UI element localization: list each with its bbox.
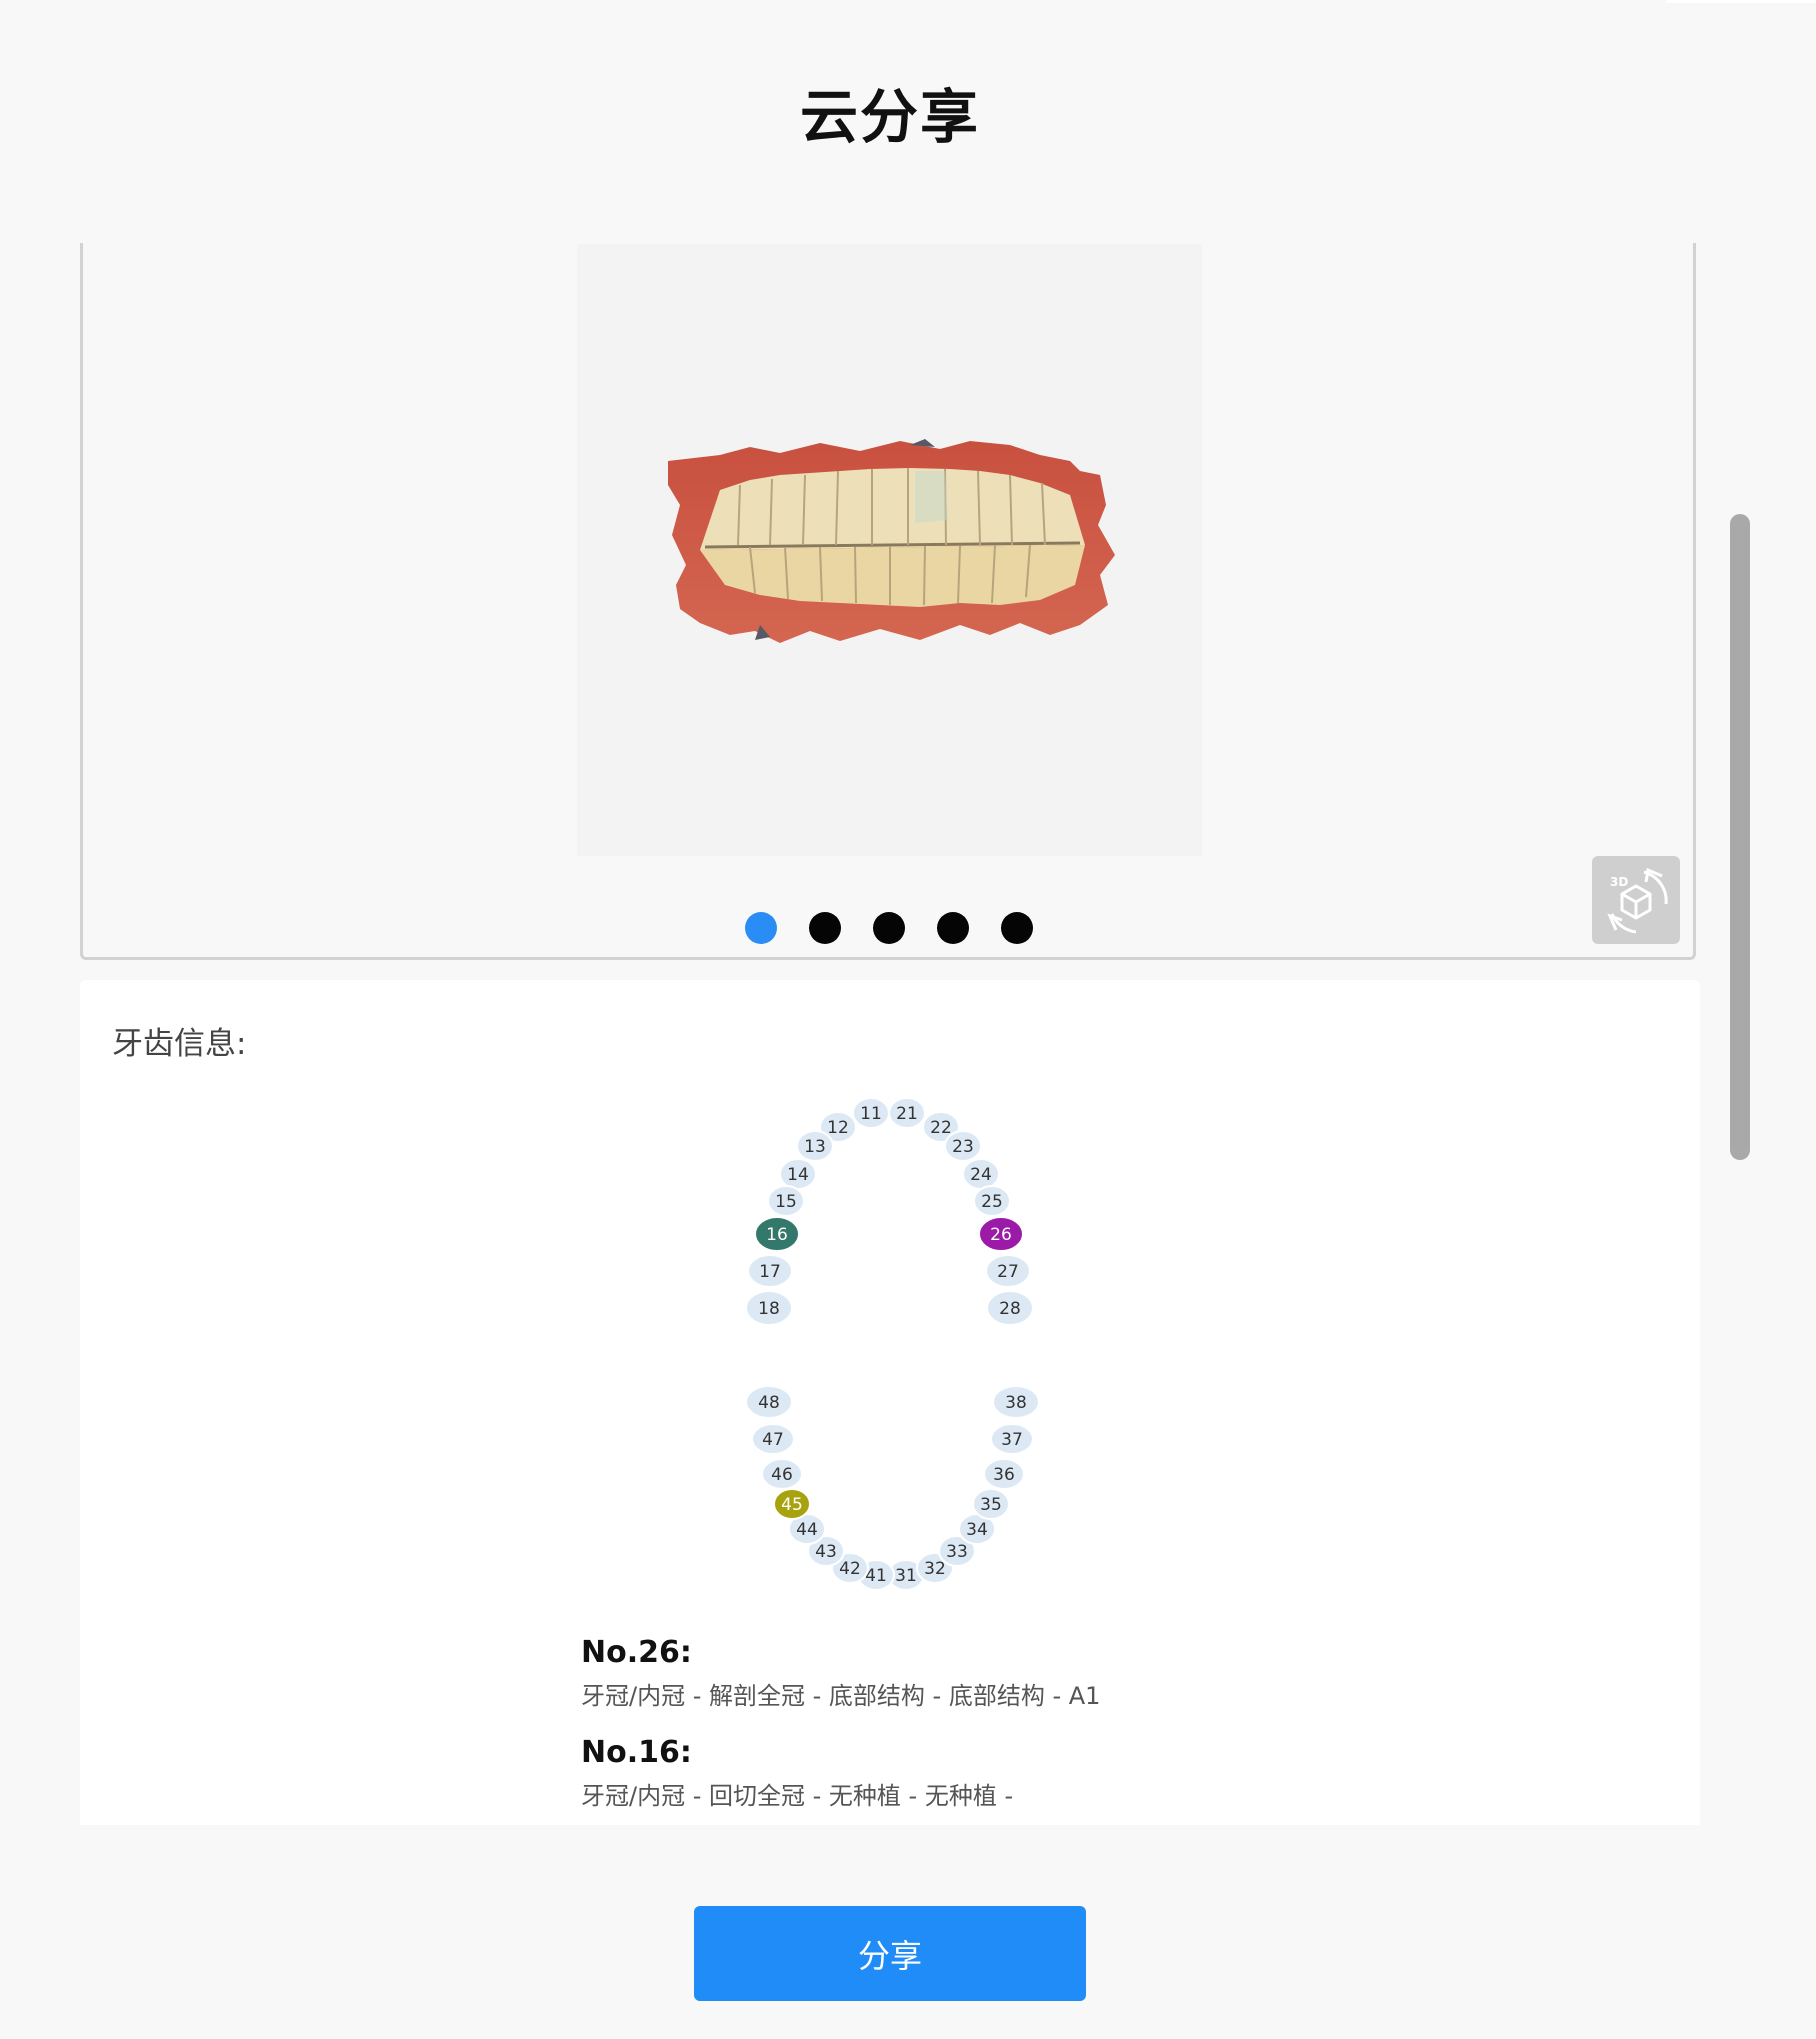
carousel-dot-4[interactable] xyxy=(937,912,969,944)
tooth-number: 47 xyxy=(762,1430,784,1450)
tooth-21[interactable]: 21 xyxy=(888,1097,926,1129)
tooth-number: 38 xyxy=(1005,1393,1027,1413)
tooth-number: 16 xyxy=(766,1225,788,1245)
tooth-13[interactable]: 13 xyxy=(796,1130,834,1162)
tooth-28[interactable]: 28 xyxy=(986,1290,1034,1326)
tooth-number: 31 xyxy=(895,1566,917,1586)
dental-model-image[interactable] xyxy=(660,435,1130,660)
tooth-number: 28 xyxy=(999,1299,1021,1319)
tooth-number: 45 xyxy=(781,1495,803,1515)
tooth-47[interactable]: 47 xyxy=(751,1423,795,1455)
tooth-number: 13 xyxy=(804,1137,826,1157)
tooth-25[interactable]: 25 xyxy=(973,1185,1011,1217)
svg-text:3D: 3D xyxy=(1610,875,1628,889)
view-3d-button[interactable]: 3D xyxy=(1592,856,1680,944)
tooth-chart: 11 1213 14 15 16 17 18 21 2223 24 25 26 27 28 31 323334… xyxy=(745,1097,1040,1591)
tooth-number: 34 xyxy=(966,1520,988,1540)
rotate-3d-icon: 3D xyxy=(1607,867,1668,934)
tooth-number: 43 xyxy=(815,1542,837,1562)
tooth-number: 48 xyxy=(758,1393,780,1413)
tooth-45[interactable]: 45 xyxy=(773,1488,811,1520)
tooth-27[interactable]: 27 xyxy=(985,1254,1031,1288)
tooth-number: 26 xyxy=(990,1225,1012,1245)
tooth-17[interactable]: 17 xyxy=(747,1254,793,1288)
tooth-48[interactable]: 48 xyxy=(745,1385,793,1419)
tooth-37[interactable]: 37 xyxy=(990,1423,1034,1455)
tooth-number: 35 xyxy=(980,1495,1002,1515)
tooth-number: 15 xyxy=(775,1192,797,1212)
tooth-number: 27 xyxy=(997,1262,1019,1282)
tooth-detail-title: No.26: xyxy=(581,1635,692,1670)
carousel-dots xyxy=(745,912,1033,944)
carousel-dot-5[interactable] xyxy=(1001,912,1033,944)
tooth-number: 33 xyxy=(946,1542,968,1562)
tooth-detail-16: No.16: 牙冠/内冠 - 回切全冠 - 无种植 - 无种植 - xyxy=(581,1735,1013,1811)
tooth-number: 18 xyxy=(758,1299,780,1319)
tooth-number: 12 xyxy=(827,1118,849,1138)
tooth-number: 17 xyxy=(759,1262,781,1282)
tooth-23[interactable]: 23 xyxy=(944,1130,982,1162)
tooth-14[interactable]: 14 xyxy=(779,1158,817,1190)
tooth-number: 46 xyxy=(771,1465,793,1485)
tooth-number: 44 xyxy=(796,1520,818,1540)
tooth-15[interactable]: 15 xyxy=(767,1185,805,1217)
top-right-tab xyxy=(1666,0,1816,3)
tooth-24[interactable]: 24 xyxy=(962,1158,1000,1190)
tooth-16[interactable]: 16 xyxy=(754,1216,800,1252)
carousel-dot-2[interactable] xyxy=(809,912,841,944)
share-button[interactable]: 分享 xyxy=(694,1906,1086,2001)
tooth-number: 24 xyxy=(970,1165,992,1185)
tooth-35[interactable]: 35 xyxy=(972,1488,1010,1520)
tooth-number: 32 xyxy=(924,1559,946,1579)
tooth-info-panel: 牙齿信息: 11 12 13 14 15 16 17 18 21 22 23 24 25 26 27 28 31… xyxy=(80,980,1700,1825)
tooth-number: 14 xyxy=(787,1165,809,1185)
carousel-dot-3[interactable] xyxy=(873,912,905,944)
tooth-number: 42 xyxy=(839,1559,861,1579)
tooth-26[interactable]: 26 xyxy=(978,1216,1024,1252)
tooth-18[interactable]: 18 xyxy=(745,1290,793,1326)
carousel-dot-1[interactable] xyxy=(745,912,777,944)
tooth-detail-text: 牙冠/内冠 - 解剖全冠 - 底部结构 - 底部结构 - A1 xyxy=(581,1682,1101,1710)
page-title: 云分享 xyxy=(799,83,980,151)
scrollbar-thumb[interactable] xyxy=(1730,514,1750,1160)
tooth-detail-text: 牙冠/内冠 - 回切全冠 - 无种植 - 无种植 - xyxy=(581,1782,1014,1810)
tooth-11[interactable]: 11 xyxy=(852,1097,890,1129)
tooth-46[interactable]: 46 xyxy=(761,1458,803,1490)
tooth-number: 21 xyxy=(896,1104,918,1124)
tooth-38[interactable]: 38 xyxy=(992,1385,1040,1419)
tooth-number: 22 xyxy=(930,1118,952,1138)
tooth-36[interactable]: 36 xyxy=(983,1458,1025,1490)
tooth-number: 23 xyxy=(952,1137,974,1157)
tooth-detail-26: No.26: 牙冠/内冠 - 解剖全冠 - 底部结构 - 底部结构 - A1 xyxy=(581,1635,1100,1711)
tooth-number: 25 xyxy=(981,1192,1003,1212)
tooth-number: 36 xyxy=(993,1465,1015,1485)
tooth-number: 11 xyxy=(860,1104,882,1124)
tooth-number: 37 xyxy=(1001,1430,1023,1450)
tooth-detail-title: No.16: xyxy=(581,1735,692,1770)
